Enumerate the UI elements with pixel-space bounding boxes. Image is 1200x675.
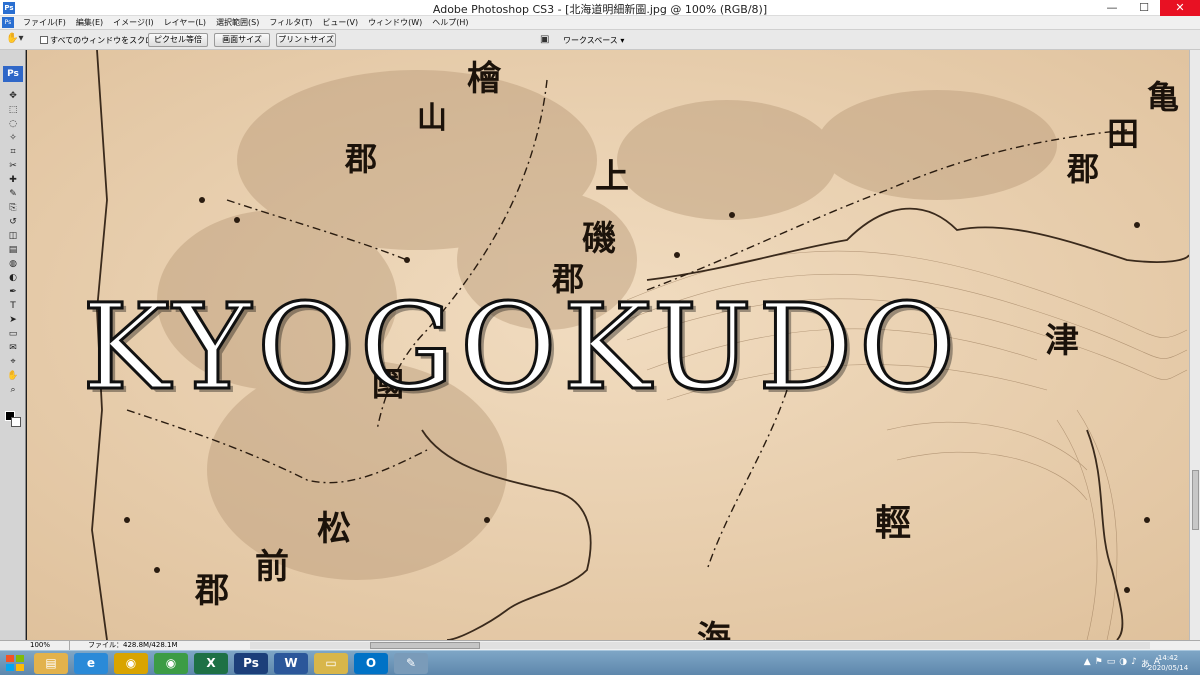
chrome-icon[interactable]: ◉ [114,653,148,674]
healing-brush-tool-icon[interactable]: ✚ [6,174,20,186]
type-tool-icon[interactable]: T [6,300,20,312]
battery-icon[interactable]: ▭ [1107,657,1116,671]
notes-tool-icon[interactable]: ✉ [6,342,20,354]
options-bar: ✋▾ すべてのウィンドウをスクロール ピクセル等倍 画面サイズ プリントサイズ … [0,30,1200,50]
menu-file[interactable]: ファイル(F) [18,17,71,28]
dodge-tool-icon[interactable]: ◐ [6,272,20,284]
menu-image[interactable]: イメージ(I) [108,17,158,28]
clock[interactable]: 14:42 2020/05/14 [1142,653,1194,673]
photoshop-window: Ps Adobe Photoshop CS3 - [北海道明細新圖.jpg @ … [0,0,1200,675]
clock-time: 14:42 [1157,654,1179,662]
menu-help[interactable]: ヘルプ(H) [427,17,473,28]
menu-edit[interactable]: 編集(E) [71,17,108,28]
print-size-button[interactable]: プリントサイズ [276,33,336,47]
blur-tool-icon[interactable]: ◍ [6,258,20,270]
file-explorer-icon[interactable]: ▤ [34,653,68,674]
menu-filter[interactable]: フィルタ(T) [264,17,317,28]
menu-view[interactable]: ビュー(V) [317,17,363,28]
workspace-icon[interactable]: ▣ [540,34,554,45]
horizontal-scrollbar[interactable] [250,642,1150,649]
menu-bar: Ps ファイル(F) 編集(E) イメージ(I) レイヤー(L) 選択範囲(S)… [0,16,1200,30]
file-size-info[interactable]: ファイル：428.8M/428.1M [88,641,178,650]
hand-tool-preset-icon[interactable]: ✋▾ [6,33,28,47]
photoshop-logo: Ps [3,66,23,82]
map-label: 上 [595,157,629,197]
start-button-icon[interactable] [4,653,26,673]
map-label: 田 [1107,115,1139,153]
map-label: 輕 [875,502,911,544]
shape-tool-icon[interactable]: ▭ [6,328,20,340]
pen-tool-icon[interactable]: ✒ [6,286,20,298]
title-bar: Ps Adobe Photoshop CS3 - [北海道明細新圖.jpg @ … [0,0,1200,16]
map-label: 檜 [467,59,502,99]
zoom-tool-icon[interactable]: ⌕ [6,384,20,396]
menu-select[interactable]: 選択範囲(S) [211,17,264,28]
map-label: 松 [317,509,351,549]
folder-icon[interactable]: ▭ [314,653,348,674]
close-button[interactable]: ✕ [1160,0,1200,16]
word-icon[interactable]: W [274,653,308,674]
map-label: 郡 [344,140,377,178]
paint-icon[interactable]: ✎ [394,653,428,674]
magic-wand-tool-icon[interactable]: ✧ [6,132,20,144]
zoom-level-field[interactable]: 100% [28,641,70,650]
status-bar: 100% ファイル：428.8M/428.1M [0,640,1200,650]
action-center-icon[interactable]: ⚑ [1095,657,1103,671]
move-tool-icon[interactable]: ✥ [6,90,20,102]
background-color-swatch[interactable] [11,417,21,427]
brush-tool-icon[interactable]: ✎ [6,188,20,200]
path-selection-tool-icon[interactable]: ➤ [6,314,20,326]
menu-window[interactable]: ウィンドウ(W) [363,17,427,28]
hand-tool-icon[interactable]: ✋ [6,370,20,382]
map-label: 亀 [1147,78,1179,116]
vertical-scroll-thumb[interactable] [1192,470,1199,530]
show-hidden-icons-icon[interactable]: ▲ [1084,657,1091,671]
menu-layer[interactable]: レイヤー(L) [159,17,211,28]
slice-tool-icon[interactable]: ✂ [6,160,20,172]
map-label: 前 [255,547,289,587]
network-icon[interactable]: ◑ [1119,657,1127,671]
map-label: 郡 [194,571,229,611]
clock-date: 2020/05/14 [1147,664,1189,672]
photoshop-icon[interactable]: Ps [234,653,268,674]
fit-screen-button[interactable]: 画面サイズ [214,33,270,47]
history-brush-tool-icon[interactable]: ↺ [6,216,20,228]
document-canvas[interactable]: 檜 山 郡 上 磯 郡 國 津 輕 松 前 郡 海 亀 田 郡 KYOGOKUD… [27,50,1189,640]
eraser-tool-icon[interactable]: ◫ [6,230,20,242]
lasso-tool-icon[interactable]: ◌ [6,118,20,130]
scroll-all-windows-checkbox[interactable] [40,36,48,44]
toolbox: Ps ✥ ⬚ ◌ ✧ ⌗ ✂ ✚ ✎ ⎘ ↺ ◫ ▤ ◍ ◐ ✒ T ➤ ▭ ✉ ⌖ ✋ ⌕ [0,50,26,640]
workspace-menu[interactable]: ワークスペース ▾ [563,35,624,46]
maximize-button[interactable]: ☐ [1130,0,1158,16]
chrome-icon-2[interactable]: ◉ [154,653,188,674]
actual-pixels-button[interactable]: ピクセル等倍 [148,33,208,47]
outlook-icon[interactable]: O [354,653,388,674]
window-title: Adobe Photoshop CS3 - [北海道明細新圖.jpg @ 100… [432,3,768,16]
map-label: 磯 [582,219,616,259]
volume-icon[interactable]: ♪ [1131,657,1137,671]
clone-stamp-tool-icon[interactable]: ⎘ [6,202,20,214]
map-label: 海 [697,619,731,640]
eyedropper-tool-icon[interactable]: ⌖ [6,356,20,368]
map-label: 山 [417,101,447,136]
map-label: 郡 [1066,150,1099,188]
horizontal-scroll-thumb[interactable] [370,642,480,649]
kyogokudo-watermark: KYOGOKUDO [81,277,962,418]
minimize-button[interactable]: — [1098,0,1126,16]
crop-tool-icon[interactable]: ⌗ [6,146,20,158]
excel-icon[interactable]: X [194,653,228,674]
vertical-scrollbar[interactable] [1189,50,1200,640]
gradient-tool-icon[interactable]: ▤ [6,244,20,256]
marquee-tool-icon[interactable]: ⬚ [6,104,20,116]
internet-explorer-icon[interactable]: e [74,653,108,674]
document-icon[interactable]: Ps [2,17,14,28]
windows-taskbar: ▲ ⚑ ▭ ◑ ♪ あ A 14:42 2020/05/14 ▤ e ◉ ◉ X Ps W ▭ O ✎ [0,650,1200,675]
